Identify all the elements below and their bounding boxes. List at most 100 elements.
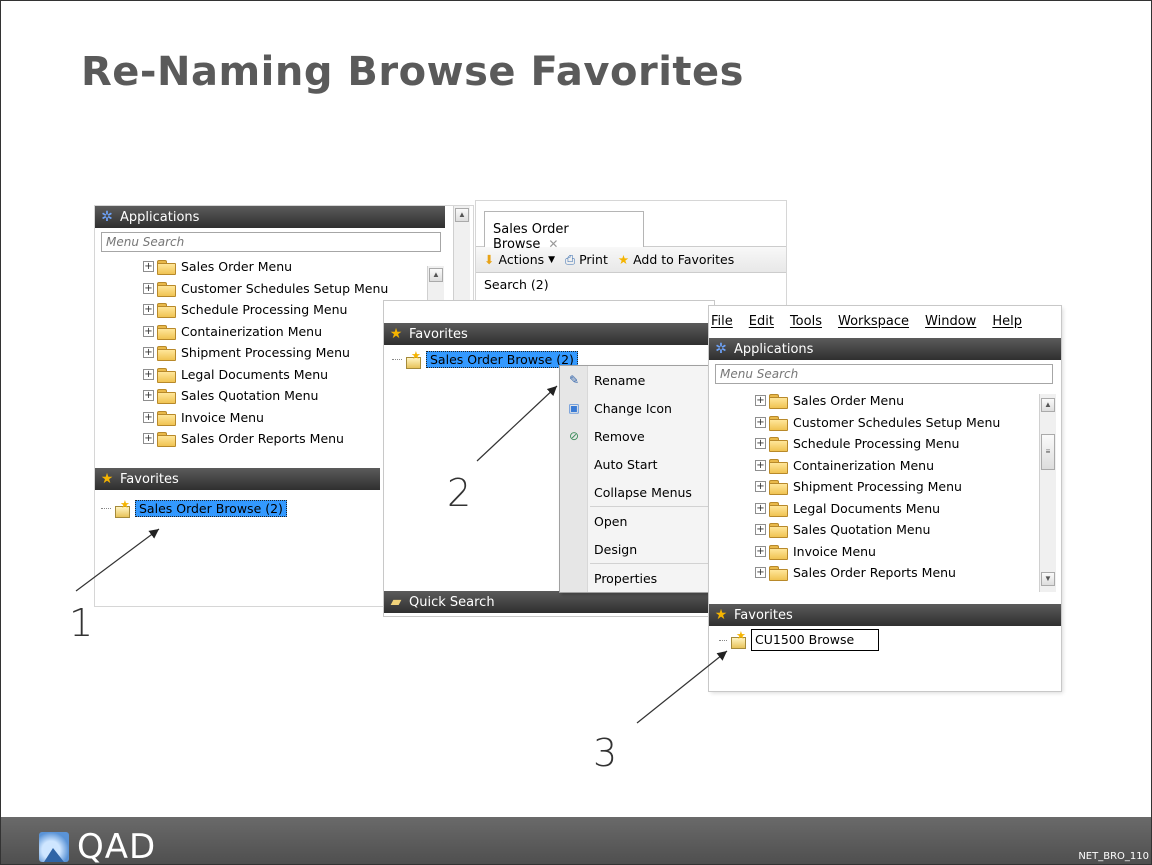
- actions-button[interactable]: ⬇ Actions ▼: [484, 252, 555, 267]
- menu-item-label: Rename: [594, 372, 646, 388]
- tree-item-label: Sales Quotation Menu: [181, 388, 319, 404]
- slide: Re-Naming Browse Favorites ✲ Application…: [0, 0, 1152, 865]
- menu-search-input[interactable]: Menu Search: [715, 364, 1053, 384]
- menu-item-design[interactable]: Design: [560, 535, 708, 563]
- menu-item-change-icon[interactable]: ▣ Change Icon: [560, 394, 708, 422]
- add-to-favorites-label: Add to Favorites: [633, 252, 735, 267]
- menu-item-remove[interactable]: ⊘ Remove: [560, 422, 708, 450]
- expand-icon[interactable]: +: [755, 524, 766, 536]
- menu-item-label: Change Icon: [594, 400, 672, 416]
- folder-icon: [769, 501, 788, 517]
- expand-icon[interactable]: +: [755, 502, 766, 514]
- menu-item-properties[interactable]: Properties: [560, 564, 708, 592]
- scroll-up-button[interactable]: ▲: [429, 268, 443, 282]
- tree-item-label: Sales Order Menu: [181, 259, 293, 275]
- folder-icon: [157, 324, 176, 340]
- expand-icon[interactable]: +: [143, 304, 154, 316]
- expand-icon[interactable]: +: [755, 481, 766, 493]
- expand-icon[interactable]: +: [143, 433, 154, 445]
- favorite-item[interactable]: Sales Order Browse (2): [101, 498, 287, 518]
- tab-sales-order-browse[interactable]: Sales Order Browse ✕: [484, 211, 644, 252]
- menu-file[interactable]: File: [709, 314, 741, 329]
- rename-icon: ✎: [568, 373, 580, 387]
- tree-item-sales-order-menu[interactable]: + Sales Order Menu: [143, 256, 473, 278]
- printer-icon: ⎙: [565, 251, 576, 267]
- tree-item-label: Invoice Menu: [181, 409, 264, 425]
- scroll-up-button[interactable]: ▲: [455, 208, 469, 222]
- expand-icon[interactable]: +: [755, 438, 766, 450]
- scroll-down-button[interactable]: ▼: [1041, 572, 1055, 586]
- expand-icon[interactable]: +: [143, 261, 154, 273]
- tree-item-legal-documents[interactable]: + Legal Documents Menu: [755, 498, 1061, 520]
- applications-header: ✲ Applications: [95, 206, 445, 228]
- print-button[interactable]: ⎙ Print: [565, 252, 608, 268]
- gear-icon: ✲: [715, 341, 727, 357]
- scroll-thumb[interactable]: ≡: [1041, 434, 1055, 470]
- tree-item-invoice-menu[interactable]: + Invoice Menu: [755, 541, 1061, 563]
- folder-icon: [769, 415, 788, 431]
- add-to-favorites-button[interactable]: ★ Add to Favorites: [618, 252, 734, 267]
- expand-icon[interactable]: +: [755, 395, 766, 407]
- menu-workspace[interactable]: Workspace: [830, 314, 917, 329]
- rename-input[interactable]: CU1500 Browse: [751, 629, 879, 651]
- expand-icon[interactable]: +: [143, 390, 154, 402]
- menu-item-open[interactable]: Open: [560, 507, 708, 535]
- close-icon[interactable]: ✕: [548, 237, 558, 251]
- star-icon: ★: [617, 252, 630, 267]
- expand-icon[interactable]: +: [755, 459, 766, 471]
- tree-connector: [392, 359, 402, 360]
- expand-icon[interactable]: +: [143, 347, 154, 359]
- qad-logo-icon: [39, 832, 69, 862]
- folder-icon: [157, 281, 176, 297]
- expand-icon[interactable]: +: [143, 368, 154, 380]
- favorite-item-label[interactable]: Sales Order Browse (2): [426, 351, 578, 368]
- menu-item-auto-start[interactable]: Auto Start: [560, 450, 708, 478]
- scroll-up-button[interactable]: ▲: [1041, 398, 1055, 412]
- expand-icon[interactable]: +: [143, 411, 154, 423]
- tree-item-shipment-processing[interactable]: + Shipment Processing Menu: [755, 476, 1061, 498]
- expand-icon[interactable]: +: [755, 416, 766, 428]
- qad-logo-text: QAD: [77, 827, 157, 865]
- menu-help[interactable]: Help: [984, 314, 1030, 329]
- expand-icon[interactable]: +: [755, 567, 766, 579]
- favorite-browse-icon: [729, 629, 747, 649]
- chevron-down-icon: ▼: [548, 254, 556, 265]
- tree-item-customer-schedules[interactable]: + Customer Schedules Setup Menu: [143, 278, 473, 300]
- favorite-item-renaming[interactable]: CU1500 Browse: [719, 629, 879, 651]
- folder-icon: [769, 437, 788, 453]
- menu-tools[interactable]: Tools: [782, 314, 830, 329]
- favorites-header-label: Favorites: [734, 607, 793, 623]
- expand-icon[interactable]: +: [143, 325, 154, 337]
- favorite-item-label[interactable]: Sales Order Browse (2): [135, 500, 287, 517]
- menu-edit[interactable]: Edit: [741, 314, 782, 329]
- tree-item-schedule-processing[interactable]: + Schedule Processing Menu: [755, 433, 1061, 455]
- expand-icon[interactable]: +: [143, 282, 154, 294]
- favorites-header: ★ Favorites: [95, 468, 380, 490]
- quick-search-header[interactable]: ▰ Quick Search: [384, 591, 714, 613]
- favorite-browse-icon: [404, 349, 422, 369]
- step-number-1: 1: [69, 601, 94, 645]
- favorites-header: ★ Favorites: [709, 604, 1061, 626]
- tree-item-customer-schedules[interactable]: + Customer Schedules Setup Menu: [755, 412, 1061, 434]
- tree-item-sales-order-menu[interactable]: + Sales Order Menu: [755, 390, 1061, 412]
- tree-item-sales-order-reports[interactable]: + Sales Order Reports Menu: [755, 562, 1061, 584]
- tree-item-label: Shipment Processing Menu: [181, 345, 350, 361]
- document-id: NET_BRO_110: [1078, 851, 1149, 862]
- menu-window[interactable]: Window: [917, 314, 984, 329]
- expand-icon[interactable]: +: [755, 545, 766, 557]
- folder-icon: [769, 458, 788, 474]
- tree-item-sales-quotation[interactable]: + Sales Quotation Menu: [755, 519, 1061, 541]
- tree-scrollbar[interactable]: ▲ ≡ ▼: [1039, 394, 1056, 592]
- favorite-item[interactable]: Sales Order Browse (2): [392, 349, 578, 369]
- menu-search-input[interactable]: Menu Search: [101, 232, 441, 252]
- search-section-label: Search (2): [484, 277, 549, 292]
- menu-item-label: Auto Start: [594, 456, 658, 472]
- menu-item-rename[interactable]: ✎ Rename: [560, 366, 708, 394]
- menu-item-collapse-menus[interactable]: Collapse Menus: [560, 478, 708, 506]
- folder-icon: [157, 367, 176, 383]
- applications-header-label: Applications: [734, 341, 814, 357]
- tree-connector: [101, 508, 111, 509]
- tree-item-containerization[interactable]: + Containerization Menu: [755, 455, 1061, 477]
- tree-item-label: Legal Documents Menu: [181, 366, 329, 382]
- tree-item-label: Containerization Menu: [181, 323, 323, 339]
